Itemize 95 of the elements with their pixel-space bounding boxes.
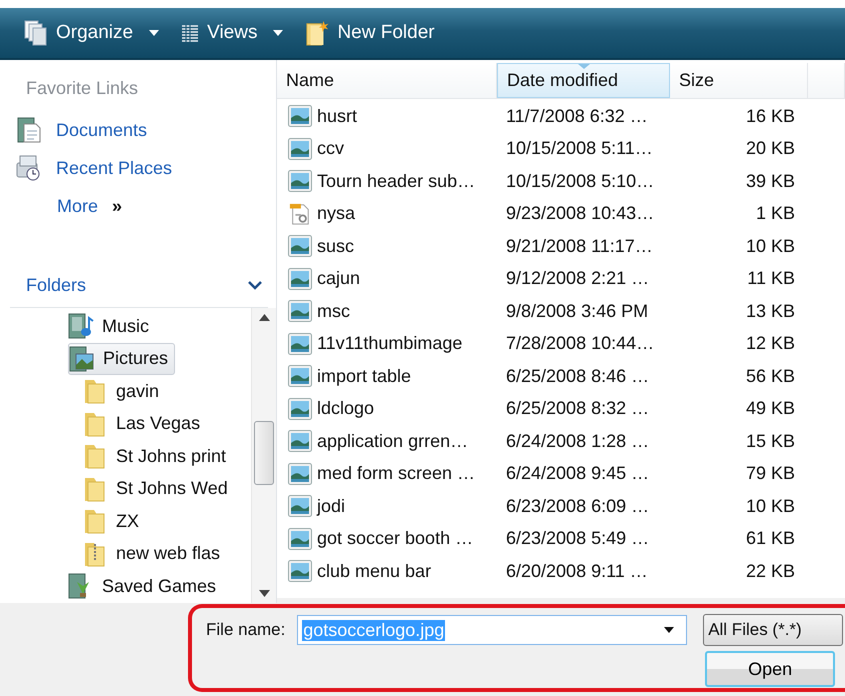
image-file-icon (288, 300, 312, 322)
table-cell-text: 9/21/2008 11:17… (505, 236, 654, 257)
image-file-icon (288, 430, 312, 452)
image-file-icon (288, 365, 312, 388)
table-cell-text: 10/15/2008 5:11… (505, 138, 654, 160)
table-cell-text: 9/23/2008 10:43… (505, 203, 656, 224)
image-file-icon (288, 235, 312, 258)
table-cell-text: 56 KB (744, 366, 796, 387)
pages-icon (24, 20, 48, 46)
table-cell-text: 22 KB (744, 560, 796, 582)
favorite-link[interactable]: Recent Places (16, 149, 172, 187)
table-cell-text: 11/7/2008 6:32 … (505, 106, 649, 127)
file-name[interactable]: got soccer booth … (317, 528, 474, 550)
toolbar-button[interactable]: New Folder (305, 20, 435, 46)
table-cell-text: 6/20/2008 9:11 … (505, 560, 649, 582)
new-folder-icon (305, 20, 330, 46)
file-name[interactable]: application grren… (317, 430, 468, 452)
table-cell-text: 10/15/2008 5:10… (505, 170, 656, 192)
column-header[interactable]: Size (670, 63, 808, 98)
table-cell-text: 12 KB (744, 333, 796, 354)
table-cell-text: 10 KB (744, 236, 796, 257)
file-name[interactable]: ldclogo (317, 398, 374, 420)
file-name[interactable]: Tourn header sub… (317, 170, 476, 192)
selected-tree-item[interactable]: Pictures (68, 342, 176, 375)
open-button[interactable]: Open (705, 651, 836, 687)
image-file-icon (288, 268, 312, 290)
table-cell-text: 6/24/2008 1:28 … (505, 430, 650, 452)
scroll-up-icon[interactable] (258, 314, 270, 321)
table-cell-text: 20 KB (744, 138, 796, 160)
field-label: File name: (206, 620, 286, 640)
image-file-icon (288, 170, 312, 192)
folder-label[interactable]: ZX (116, 510, 140, 532)
more-link[interactable]: More » (16, 187, 122, 225)
table-cell-text: 16 KB (744, 106, 796, 127)
scrollbar-thumb[interactable] (254, 421, 274, 485)
image-file-icon (288, 462, 312, 485)
file-type-dropdown[interactable]: All Files (*.*) (703, 614, 844, 646)
table-cell-text: 6/23/2008 6:09 … (505, 496, 650, 517)
chevron-icon[interactable] (248, 280, 262, 290)
table-cell-text: 9/12/2008 2:21 … (505, 268, 650, 290)
table-cell-text: 49 KB (744, 398, 796, 420)
image-file-icon (288, 138, 312, 160)
image-file-icon (288, 398, 312, 420)
music-library-icon (68, 312, 94, 340)
file-name[interactable]: msc (317, 300, 350, 322)
file-name[interactable]: cajun (317, 268, 360, 290)
folder-label[interactable]: St Johns print (116, 446, 226, 467)
file-name[interactable]: husrt (317, 106, 358, 127)
toolbar-button[interactable]: Organize (24, 20, 160, 46)
table-cell-text: 61 KB (744, 528, 796, 550)
section-title: Folders (26, 274, 86, 296)
file-name[interactable]: ccv (317, 138, 344, 160)
folder-label[interactable]: gavin (116, 380, 160, 402)
table-cell-text: 13 KB (744, 300, 796, 322)
folder-label[interactable]: new web flas (116, 543, 220, 564)
file-name[interactable]: import table (317, 366, 412, 387)
table-cell-text: 10 KB (744, 496, 796, 517)
table-cell-text: 7/28/2008 10:44… (505, 333, 656, 354)
image-file-icon (288, 560, 312, 582)
recent-places-icon (16, 154, 42, 182)
column-header[interactable]: Date modified (497, 63, 670, 98)
table-cell-text: 79 KB (744, 463, 796, 484)
section-title: Favorite Links (26, 78, 140, 99)
sort-arrow-icon (578, 64, 590, 69)
file-name[interactable]: nysa (317, 203, 356, 224)
image-file-icon (288, 528, 312, 550)
folder-label[interactable]: St Johns Wed (116, 478, 228, 500)
dropdown-icon (664, 627, 674, 633)
file-name[interactable]: jodi (317, 496, 346, 517)
file-name[interactable]: susc (317, 236, 354, 257)
table-cell-text: 1 KB (754, 203, 796, 224)
list-view-icon (181, 24, 200, 42)
table-cell-text: 39 KB (744, 170, 796, 192)
table-cell-text: 11 KB (746, 268, 796, 290)
documents-icon (16, 116, 42, 144)
table-cell-text: 6/24/2008 9:45 … (505, 463, 650, 484)
file-name[interactable]: med form screen … (317, 463, 476, 484)
file-name[interactable]: 11v11thumbimage (317, 333, 462, 354)
scrollbar[interactable] (251, 308, 276, 602)
table-cell-text: 6/25/2008 8:46 … (505, 366, 650, 387)
image-file-icon (288, 105, 312, 128)
folder-label[interactable]: Las Vegas (116, 413, 200, 434)
folder-label[interactable]: Saved Games (102, 576, 216, 597)
file-name[interactable]: club menu bar (317, 560, 432, 582)
folder-label[interactable]: Music (102, 316, 150, 337)
table-cell-text: 9/8/2008 3:46 PM (505, 300, 650, 322)
pictures-library-icon (69, 344, 95, 373)
toolbar-button[interactable]: Views (181, 22, 284, 44)
image-file-icon (288, 332, 312, 355)
table-cell-text: 6/25/2008 8:32 … (505, 398, 650, 420)
table-cell-text: 15 KB (744, 430, 796, 452)
folder-label[interactable]: Pictures (103, 348, 168, 370)
favorite-link[interactable]: Documents (16, 111, 148, 149)
image-file-icon (288, 495, 312, 518)
table-cell-text: 6/23/2008 5:49 … (505, 528, 650, 550)
